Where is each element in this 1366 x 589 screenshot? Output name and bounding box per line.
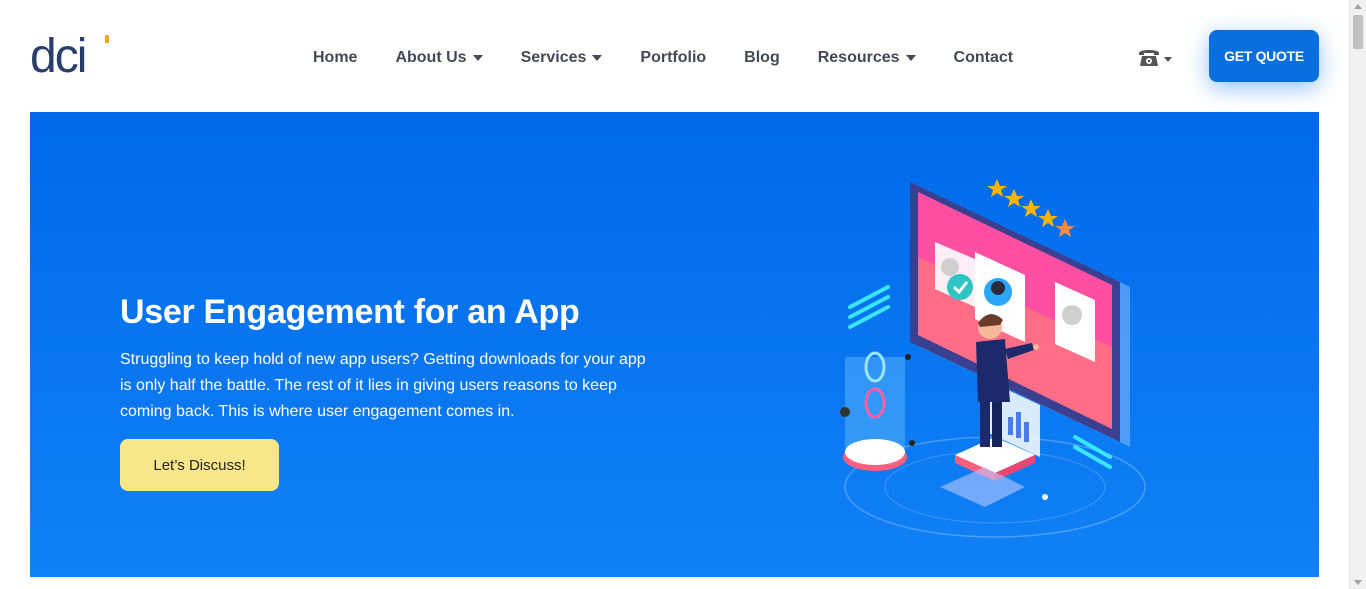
hero-banner: User Engagement for an App Struggling to… — [30, 112, 1319, 577]
svg-text:dci: dci — [30, 32, 85, 78]
main-nav: Home About Us Services Portfolio Blog Re… — [294, 44, 1032, 72]
hero-description: Struggling to keep hold of new app users… — [120, 351, 646, 420]
nav-home[interactable]: Home — [313, 49, 357, 67]
lets-discuss-button[interactable]: Let’s Discuss! — [120, 439, 279, 491]
scrollbar-thumb[interactable] — [1353, 15, 1363, 49]
nav-services[interactable]: Services — [521, 49, 603, 67]
page-scrollbar[interactable] — [1349, 0, 1366, 589]
nav-portfolio[interactable]: Portfolio — [640, 49, 706, 67]
app-engagement-illustration — [840, 179, 1146, 538]
phone-icon — [1139, 50, 1159, 66]
phone-dropdown[interactable] — [1137, 46, 1172, 68]
caret-down-icon — [592, 55, 603, 61]
caret-down-icon — [472, 55, 483, 61]
nav-blog-label: Blog — [744, 49, 780, 66]
nav-about-label: About Us — [395, 49, 467, 66]
hero-title: User Engagement for an App — [120, 293, 580, 331]
nav-resources[interactable]: Resources — [818, 49, 916, 67]
caret-down-icon — [905, 55, 916, 61]
nav-contact[interactable]: Contact — [954, 49, 1014, 67]
nav-contact-label: Contact — [953, 49, 1014, 66]
scroll-up-icon[interactable] — [1354, 4, 1362, 9]
site-header: dci Home About Us Services Portfolio Blo… — [0, 0, 1349, 112]
nav-home-label: Home — [313, 49, 358, 66]
nav-about-us[interactable]: About Us — [395, 49, 483, 67]
nav-services-label: Services — [520, 49, 587, 66]
caret-down-icon — [1164, 56, 1172, 62]
nav-portfolio-label: Portfolio — [640, 49, 707, 66]
nav-blog[interactable]: Blog — [744, 49, 780, 67]
nav-resources-label: Resources — [817, 49, 900, 66]
scroll-down-icon[interactable] — [1354, 580, 1362, 585]
dci-logo[interactable]: dci — [30, 32, 112, 78]
get-quote-button[interactable]: GET QUOTE — [1209, 30, 1319, 82]
